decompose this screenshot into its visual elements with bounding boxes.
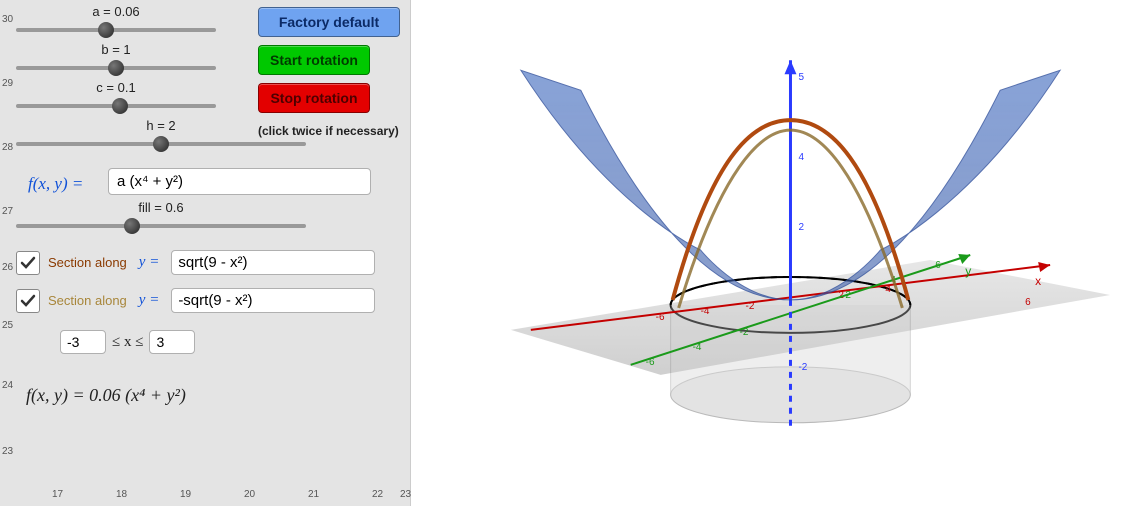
panel-xtick: 18	[116, 489, 127, 500]
ytick: -6	[646, 357, 655, 368]
panel-xtick: 21	[308, 489, 319, 500]
slider-b[interactable]: b = 1	[16, 42, 216, 77]
panel-ytick: 24	[2, 380, 13, 391]
checkmark-icon	[20, 255, 36, 271]
x-axis-label: x	[1035, 274, 1041, 288]
xtick: -6	[656, 312, 665, 323]
checkmark-icon	[20, 293, 36, 309]
slider-a-label: a = 0.06	[16, 4, 216, 19]
z-axis-arrow-icon	[784, 60, 796, 74]
section1-yeq: y =	[139, 254, 160, 271]
xrange-low-input[interactable]	[60, 330, 106, 354]
control-panel: 30 29 28 27 26 25 24 23 a = 0.06 b = 1 c…	[0, 0, 411, 506]
ztick: -2	[798, 362, 807, 373]
graph3d-panel[interactable]: x -6 -4 -2 2 4 6 y -6 -4 -2 2 4 6 -2 2 4	[411, 0, 1145, 506]
panel-xtick: 19	[180, 489, 191, 500]
section2-input[interactable]	[171, 288, 375, 313]
xrange-row: ≤ x ≤	[60, 330, 195, 354]
ztick: 5	[798, 72, 804, 83]
panel-ytick: 26	[2, 262, 13, 273]
panel-xtick: 23	[400, 489, 411, 500]
slider-b-label: b = 1	[16, 42, 216, 57]
panel-xtick: 22	[372, 489, 383, 500]
panel-ytick: 28	[2, 142, 13, 153]
ytick: -4	[693, 342, 702, 353]
section1-input[interactable]	[171, 250, 375, 275]
ytick: 2	[845, 290, 851, 301]
ytick: 6	[935, 260, 941, 271]
slider-a[interactable]: a = 0.06	[16, 4, 216, 39]
slider-c[interactable]: c = 0.1	[16, 80, 216, 115]
slider-fill-label: fill = 0.6	[16, 200, 306, 215]
formula-display: f(x, y) = 0.06 (x⁴ + y²)	[26, 385, 186, 406]
panel-ytick: 29	[2, 78, 13, 89]
section2-yeq: y =	[139, 292, 160, 309]
app-root: 30 29 28 27 26 25 24 23 a = 0.06 b = 1 c…	[0, 0, 1145, 506]
section2-label: Section along	[48, 293, 127, 308]
slider-c-label: c = 0.1	[16, 80, 216, 95]
panel-ytick: 30	[2, 14, 13, 25]
panel-ytick: 25	[2, 320, 13, 331]
xtick: -4	[701, 306, 710, 317]
panel-xtick: 17	[52, 489, 63, 500]
xrange-high-input[interactable]	[149, 330, 195, 354]
stop-rotation-button[interactable]: Stop rotation	[258, 83, 370, 113]
click-twice-hint: (click twice if necessary)	[258, 124, 399, 138]
panel-xtick: 20	[244, 489, 255, 500]
section1-checkbox[interactable]	[16, 251, 40, 275]
panel-ytick: 27	[2, 206, 13, 217]
xtick: 6	[1025, 297, 1031, 308]
start-rotation-button[interactable]: Start rotation	[258, 45, 370, 75]
graph3d-svg: x -6 -4 -2 2 4 6 y -6 -4 -2 2 4 6 -2 2 4	[411, 0, 1145, 506]
section1-label: Section along	[48, 255, 127, 270]
section1-row: Section along y =	[16, 250, 375, 275]
section2-checkbox[interactable]	[16, 289, 40, 313]
x-axis-arrow-icon	[1038, 262, 1050, 272]
slider-fill[interactable]: fill = 0.6	[16, 200, 306, 235]
ytick: -2	[740, 327, 749, 338]
xtick: -2	[746, 301, 755, 312]
xrange-mid: ≤ x ≤	[112, 334, 143, 351]
fxy-lhs: f(x, y) =	[28, 174, 83, 194]
ztick: 2	[798, 222, 804, 233]
fxy-input[interactable]	[108, 168, 371, 195]
y-axis-label: y	[965, 264, 971, 278]
section2-row: Section along y =	[16, 288, 375, 313]
panel-ytick: 23	[2, 446, 13, 457]
factory-default-button[interactable]: Factory default	[258, 7, 400, 37]
ztick: 4	[798, 152, 804, 163]
